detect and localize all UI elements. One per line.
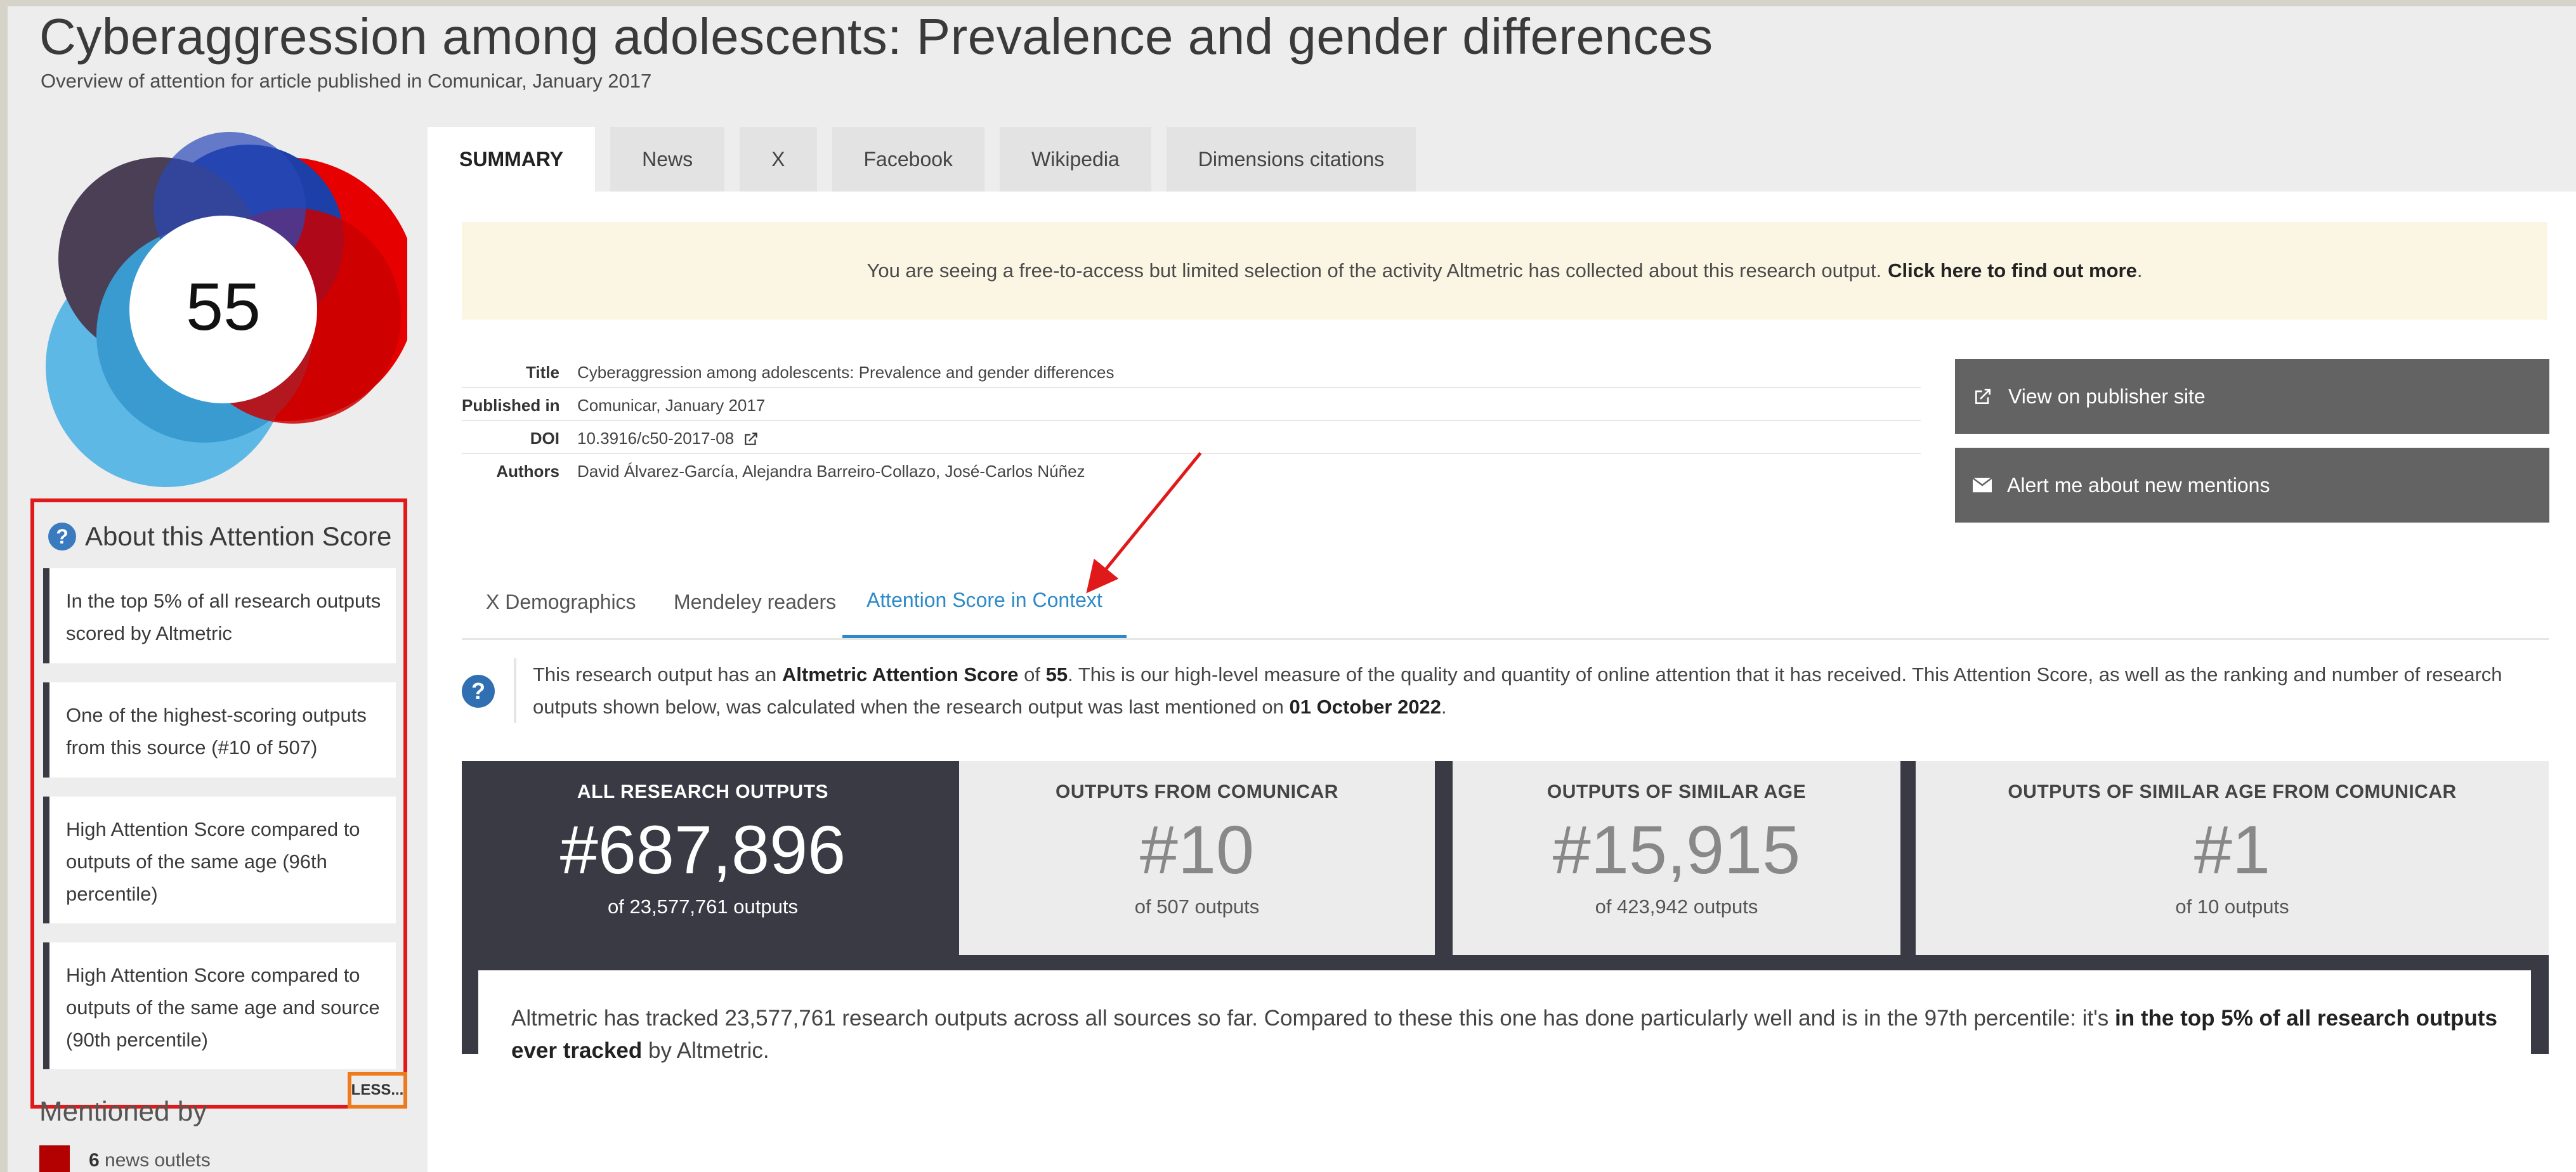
score-card-sub: of 23,577,761 outputs [608, 895, 798, 918]
help-icon[interactable]: ? [462, 675, 495, 708]
score-card-similar-age[interactable]: OUTPUTS OF SIMILAR AGE #15,915 of 423,94… [1453, 761, 1900, 955]
score-card-sub: of 10 outputs [2175, 895, 2289, 918]
mention-news-outlets[interactable]: 6 news outlets [39, 1145, 211, 1172]
score-card-sub: of 423,942 outputs [1595, 895, 1758, 918]
score-value: 55 [186, 270, 261, 344]
view-publisher-button[interactable]: View on publisher site [1955, 359, 2549, 434]
main-panel: SUMMARY News X Facebook Wikipedia Dimens… [428, 127, 2576, 1172]
page-title: Cyberaggression among adolescents: Preva… [39, 8, 1713, 65]
meta-doi[interactable]: 10.3916/c50-2017-08 [577, 429, 759, 448]
meta-row-title: Title Cyberaggression among adolescents:… [462, 355, 1921, 388]
about-score-title: About this Attention Score [85, 521, 392, 551]
meta-label: DOI [530, 429, 559, 448]
about-score-panel: ? About this Attention Score In the top … [30, 498, 407, 1109]
meta-label: Title [526, 363, 559, 382]
context-part: Altmetric has tracked 23,577,761 researc… [511, 1006, 2109, 1031]
find-out-more-link[interactable]: Click here to find out more [1888, 259, 2137, 282]
less-button[interactable]: LESS... [348, 1072, 407, 1109]
meta-row-published: Published in Comunicar, January 2017 [462, 388, 1921, 421]
score-card-sub: of 507 outputs [1134, 895, 1260, 918]
about-item: One of the highest-scoring outputs from … [43, 682, 396, 778]
view-publisher-label: View on publisher site [2008, 384, 2206, 408]
tab-x[interactable]: X [740, 127, 817, 192]
info-date: 01 October 2022 [1289, 696, 1442, 718]
info-part: . [1441, 696, 1447, 718]
external-link-icon[interactable] [743, 431, 759, 447]
tab-bar: SUMMARY News X Facebook Wikipedia Dimens… [428, 127, 1416, 192]
about-item: In the top 5% of all research outputs sc… [43, 568, 396, 663]
score-card-rank: #15,915 [1552, 811, 1801, 888]
meta-published-value: Comunicar, January 2017 [577, 396, 766, 415]
score-card-heading: OUTPUTS FROM COMUNICAR [1056, 781, 1338, 802]
notice-tail: . [2136, 259, 2143, 282]
page-frame: Cyberaggression among adolescents: Preva… [8, 6, 2576, 1172]
score-context-panel: ALL RESEARCH OUTPUTS #687,896 of 23,577,… [462, 761, 2549, 1100]
subtab-x-demographics[interactable]: X Demographics [462, 566, 660, 638]
info-text: This research output has an Altmetric At… [514, 658, 2563, 723]
news-swatch-icon [39, 1145, 70, 1172]
external-link-icon [1975, 389, 1991, 404]
score-card-similar-age-source[interactable]: OUTPUTS OF SIMILAR AGE FROM COMUNICAR #1… [1916, 761, 2549, 955]
meta-label: Published in [462, 396, 560, 415]
score-card-heading: OUTPUTS OF SIMILAR AGE [1546, 781, 1807, 802]
info-part: This research output has an [533, 663, 777, 686]
tab-facebook[interactable]: Facebook [832, 127, 985, 192]
tab-news[interactable]: News [610, 127, 725, 192]
info-emphasis: Altmetric Attention Score [781, 663, 1019, 686]
subtab-mendeley-readers[interactable]: Mendeley readers [650, 566, 860, 638]
meta-label: Authors [496, 462, 559, 481]
alert-mentions-button[interactable]: Alert me about new mentions [1955, 448, 2549, 523]
mention-count: 6 [89, 1150, 100, 1171]
notice-text: You are seeing a free-to-access but limi… [866, 259, 1882, 282]
alert-mentions-label: Alert me about new mentions [2007, 473, 2270, 497]
score-card-heading: ALL RESEARCH OUTPUTS [577, 781, 829, 802]
page-subtitle: Overview of attention for article publis… [41, 70, 652, 92]
score-card-all-outputs[interactable]: ALL RESEARCH OUTPUTS #687,896 of 23,577,… [462, 761, 944, 955]
attention-score-info: ? This research output has an Altmetric … [462, 658, 2549, 734]
meta-row-authors: Authors David Álvarez-García, Alejandra … [462, 454, 1921, 487]
meta-title-value: Cyberaggression among adolescents: Preva… [577, 363, 1115, 382]
altmetric-donut[interactable]: 55 [39, 126, 407, 493]
article-metadata: Title Cyberaggression among adolescents:… [462, 355, 1921, 487]
about-score-heading[interactable]: ? About this Attention Score [48, 521, 391, 552]
tab-summary[interactable]: SUMMARY [428, 127, 596, 192]
summary-content: You are seeing a free-to-access but limi… [428, 192, 2576, 1172]
tab-wikipedia[interactable]: Wikipedia [1000, 127, 1151, 192]
subtab-bar: X Demographics Mendeley readers Attentio… [462, 566, 2549, 640]
tab-dimensions-citations[interactable]: Dimensions citations [1166, 127, 1416, 192]
limited-access-notice: You are seeing a free-to-access but limi… [462, 222, 2547, 320]
doi-link[interactable]: 10.3916/c50-2017-08 [577, 429, 734, 448]
score-card-source[interactable]: OUTPUTS FROM COMUNICAR #10 of 507 output… [959, 761, 1435, 955]
subtab-attention-score-context[interactable]: Attention Score in Context [842, 566, 1127, 638]
meta-authors-value: David Álvarez-García, Alejandra Barreiro… [577, 462, 1085, 481]
info-part: of [1024, 663, 1041, 686]
mentioned-by-title: Mentioned by [39, 1096, 207, 1127]
score-card-heading: OUTPUTS OF SIMILAR AGE FROM COMUNICAR [2008, 781, 2457, 802]
context-description: Altmetric has tracked 23,577,761 researc… [478, 970, 2531, 1100]
mention-label: news outlets [105, 1150, 211, 1171]
envelope-icon [1973, 478, 1992, 493]
about-item: High Attention Score compared to outputs… [43, 942, 396, 1069]
score-card-rank: #1 [2194, 811, 2271, 888]
about-item: High Attention Score compared to outputs… [43, 797, 396, 923]
meta-row-doi: DOI 10.3916/c50-2017-08 [462, 421, 1921, 454]
score-card-rank: #10 [1139, 811, 1255, 888]
context-part: by Altmetric. [648, 1038, 769, 1063]
info-score: 55 [1045, 663, 1068, 686]
help-icon[interactable]: ? [48, 523, 76, 550]
score-card-rank: #687,896 [559, 811, 846, 888]
